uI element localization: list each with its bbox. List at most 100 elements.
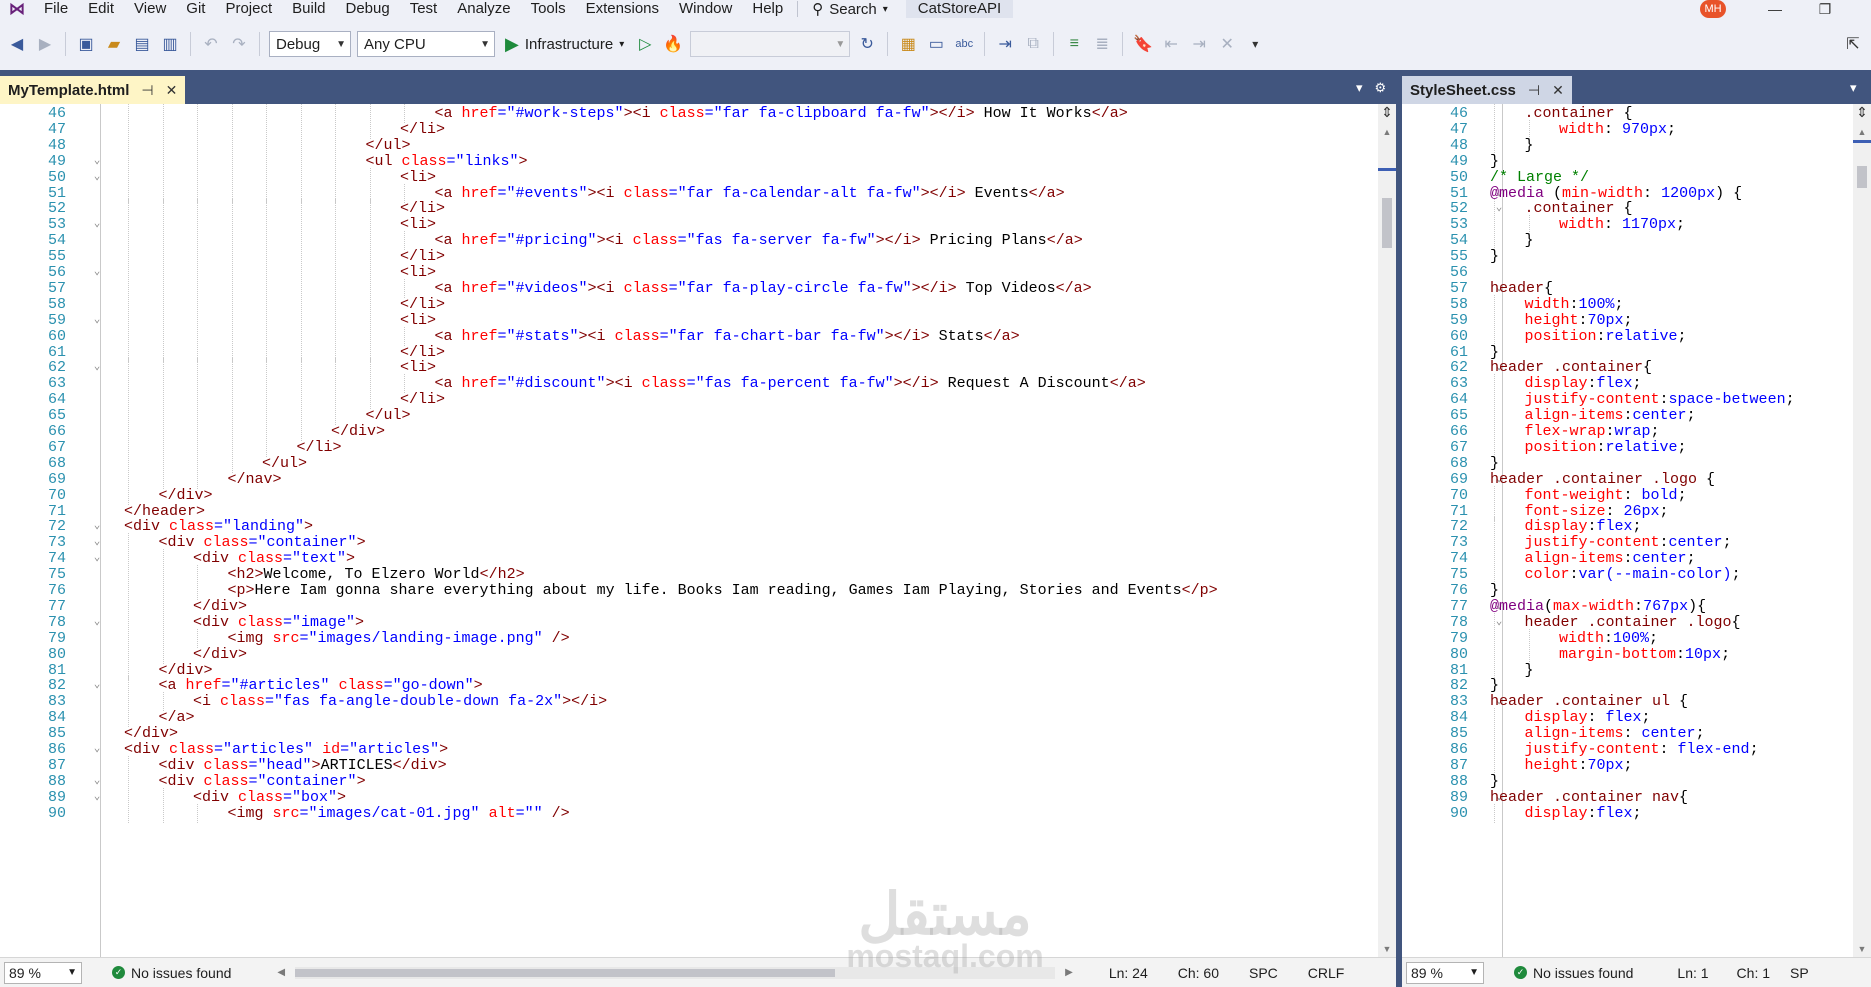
platform-dropdown[interactable]: Any CPU ▼ (357, 31, 495, 57)
menu-git[interactable]: Git (176, 1, 215, 17)
start-debugging-button[interactable]: ▶ Infrastructure ▾ (501, 34, 628, 55)
scroll-down-icon[interactable]: ▼ (1378, 941, 1396, 957)
code-line[interactable]: 90 <img src="images/cat-01.jpg" alt="" /> (0, 803, 1378, 823)
clear-bookmarks-icon[interactable]: ✕ (1216, 33, 1238, 55)
settings-gear-icon[interactable]: ⚙ (1375, 80, 1387, 96)
tab-mytemplate-html[interactable]: MyTemplate.html ⊣ ✕ (0, 76, 186, 104)
css-code-view[interactable]: 46 .container {47 width: 970px; 48} 49} 50/* … (1402, 104, 1853, 957)
scroll-caret-marker (1378, 168, 1396, 171)
configuration-dropdown[interactable]: Debug ▼ (269, 31, 351, 57)
zoom-value: 89 % (9, 964, 41, 981)
open-folder-icon[interactable]: ▰ (103, 33, 125, 55)
visual-studio-logo-icon[interactable]: ⋈ (0, 0, 34, 18)
close-icon[interactable]: ✕ (1552, 82, 1564, 99)
format-document-icon[interactable]: ⇥ (994, 33, 1016, 55)
line-indicator[interactable]: Ln: 24 (1109, 965, 1148, 981)
split-editor-icon[interactable]: ⇕ (1378, 104, 1396, 120)
editor-area: MyTemplate.html ⊣ ✕ ▾ ⚙ 46 <a href="#work… (0, 70, 1871, 987)
line-number: 90 (1449, 804, 1468, 822)
menu-file[interactable]: File (34, 1, 78, 17)
menu-window[interactable]: Window (669, 1, 742, 17)
search-box[interactable]: ⚲ Search ▾ (802, 0, 898, 19)
toolbar-separator (259, 32, 260, 56)
issues-text: No issues found (131, 964, 232, 981)
scrollbar-thumb[interactable] (1382, 198, 1392, 248)
issues-indicator[interactable]: ✓ No issues found (1514, 965, 1633, 981)
scrollbar-thumb[interactable] (1857, 166, 1867, 188)
browse-folder-icon[interactable]: ▦ (897, 33, 919, 55)
next-bookmark-icon[interactable]: ⇥ (1188, 33, 1210, 55)
new-project-icon[interactable]: ▣ (75, 33, 97, 55)
code-token: <img (227, 804, 273, 822)
pin-icon[interactable]: ⊣ (1528, 82, 1540, 99)
html-code-view[interactable]: 46 <a href="#work-steps"><i class="far fa… (0, 104, 1378, 957)
search-label: Search (829, 0, 877, 18)
menu-analyze[interactable]: Analyze (447, 1, 520, 17)
line-number: 90 (47, 804, 66, 822)
tab-stylesheet-css[interactable]: StyleSheet.css ⊣ ✕ (1402, 76, 1572, 104)
zoom-dropdown[interactable]: 89 % ▼ (1406, 961, 1484, 984)
scroll-up-icon[interactable]: ▲ (1853, 124, 1871, 140)
start-without-debugging-icon[interactable]: ▷ (634, 33, 656, 55)
menu-extensions[interactable]: Extensions (576, 1, 669, 17)
scroll-down-icon[interactable]: ▼ (1853, 941, 1871, 957)
code-line[interactable]: 90 display:flex; (1402, 803, 1853, 823)
target-dropdown[interactable]: ▼ (690, 31, 851, 57)
uncomment-lines-icon[interactable]: ≣ (1091, 33, 1113, 55)
column-indicator[interactable]: Ch: 60 (1178, 965, 1219, 981)
minimize-button[interactable]: — (1760, 0, 1790, 18)
menu-tools[interactable]: Tools (521, 1, 576, 17)
compare-files-icon[interactable]: ⧉ (1022, 33, 1044, 55)
toolbar-overflow-icon[interactable]: ▾ (1244, 33, 1266, 55)
whitespace-indicator[interactable]: SP (1790, 965, 1809, 981)
menu-project[interactable]: Project (215, 1, 282, 17)
vertical-scrollbar[interactable]: ⇕ ▲ ▼ (1853, 104, 1871, 957)
restore-button[interactable]: ❐ (1810, 0, 1840, 18)
tab-list-dropdown-icon[interactable]: ▾ (1356, 80, 1363, 96)
scroll-right-icon[interactable]: ▶ (1065, 967, 1073, 978)
horizontal-scrollbar-thumb[interactable] (295, 968, 836, 977)
navigate-forward-icon[interactable]: ▶ (34, 33, 56, 55)
toolbar-separator (1122, 32, 1124, 56)
tab-list-dropdown-icon[interactable]: ▾ (1850, 80, 1857, 96)
previous-bookmark-icon[interactable]: ⇤ (1160, 33, 1182, 55)
check-circle-icon: ✓ (1514, 966, 1527, 979)
undo-icon[interactable]: ↶ (200, 33, 222, 55)
line-indicator[interactable]: Ln: 1 (1677, 965, 1708, 981)
pin-icon[interactable]: ⊣ (141, 82, 153, 99)
navigate-back-icon[interactable]: ◀ (6, 33, 28, 55)
whitespace-indicator[interactable]: SPC (1249, 965, 1278, 981)
horizontal-scrollbar[interactable] (295, 966, 1056, 979)
avatar[interactable]: MH (1700, 0, 1726, 18)
scroll-left-icon[interactable]: ◀ (277, 967, 285, 978)
menu-edit[interactable]: Edit (78, 1, 124, 17)
code-token: ="images/cat-01.jpg" (299, 804, 480, 822)
live-share-icon[interactable]: ⇱ (1842, 33, 1864, 55)
split-editor-icon[interactable]: ⇕ (1853, 104, 1871, 120)
redo-icon[interactable]: ↷ (228, 33, 250, 55)
column-indicator[interactable]: Ch: 1 (1737, 965, 1770, 981)
window-layout-icon[interactable]: ▭ (925, 33, 947, 55)
run-target-label: Infrastructure (524, 35, 614, 53)
menu-test[interactable]: Test (400, 1, 448, 17)
menu-build[interactable]: Build (282, 1, 335, 17)
solution-name[interactable]: CatStoreAPI (905, 0, 1014, 18)
scroll-up-icon[interactable]: ▲ (1378, 124, 1396, 140)
vertical-scrollbar[interactable]: ⇕ ▲ ▼ (1378, 104, 1396, 957)
menu-debug[interactable]: Debug (336, 1, 400, 17)
menu-view[interactable]: View (124, 1, 176, 17)
comment-lines-icon[interactable]: ≡ (1063, 33, 1085, 55)
hot-reload-icon[interactable]: 🔥 (662, 33, 684, 55)
close-icon[interactable]: ✕ (166, 82, 178, 99)
zoom-dropdown[interactable]: 89 % ▼ (4, 961, 82, 984)
menu-help[interactable]: Help (742, 1, 793, 17)
spell-check-icon[interactable]: abc (953, 33, 975, 55)
issues-indicator[interactable]: ✓ No issues found (112, 965, 231, 981)
line-ending-indicator[interactable]: CRLF (1308, 965, 1345, 981)
standard-toolbar: ◀ ▶ ▣ ▰ ▤ ▥ ↶ ↷ Debug ▼ Any CPU ▼ ▶ Infr… (0, 22, 1871, 66)
indent-guide (128, 803, 129, 823)
bookmark-icon[interactable]: 🔖 (1132, 33, 1154, 55)
save-all-icon[interactable]: ▥ (159, 33, 181, 55)
save-icon[interactable]: ▤ (131, 33, 153, 55)
refresh-icon[interactable]: ↻ (856, 33, 878, 55)
